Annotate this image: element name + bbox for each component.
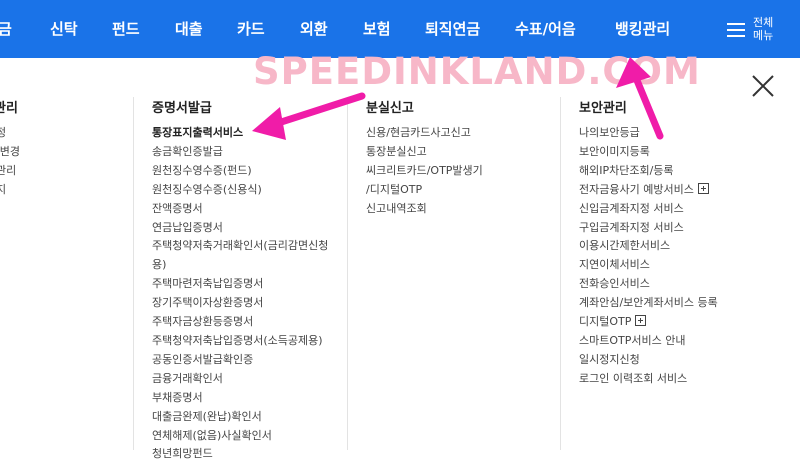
menu-item[interactable]: 씨크리트카드/OTP발생기 bbox=[366, 162, 483, 181]
menu-item[interactable]: 신입금계좌지정 서비스 bbox=[579, 200, 718, 219]
menu-item-fraud-prevent[interactable]: 전자금융사기 예방서비스 bbox=[579, 181, 718, 200]
nav-item-fund[interactable]: 펀드 bbox=[112, 0, 140, 58]
menu-item[interactable]: 공동인증서발급확인증 bbox=[152, 351, 328, 370]
menu-item-passbook-print[interactable]: 통장표지출력서비스 bbox=[152, 124, 328, 143]
col-list-certificate: 통장표지출력서비스 송금확인증발급 원천징수영수증(펀드) 원천징수영수증(신용… bbox=[152, 124, 328, 464]
col-title-certificate: 증명서발급 bbox=[152, 101, 212, 116]
column-divider bbox=[347, 97, 348, 450]
column-divider bbox=[133, 97, 134, 450]
menu-item[interactable]: 금융거래확인서 bbox=[152, 370, 328, 389]
menu-item[interactable]: 지 bbox=[0, 181, 20, 200]
menu-item[interactable]: 원천징수영수증(신용식) bbox=[152, 181, 328, 200]
close-icon[interactable] bbox=[749, 72, 777, 100]
menu-item-digital-otp[interactable]: 디지털OTP bbox=[579, 313, 718, 332]
menu-item[interactable]: 통장분실신고 bbox=[366, 143, 483, 162]
menu-item[interactable]: /변경 bbox=[0, 143, 20, 162]
plus-box-icon[interactable] bbox=[635, 315, 647, 327]
menu-item[interactable]: 신용/현금카드사고신고 bbox=[366, 124, 483, 143]
menu-item[interactable]: 전화승인서비스 bbox=[579, 275, 718, 294]
col-list-security: 나의보안등급 보안이미지등록 해외IP차단조회/등록 전자금융사기 예방서비스 … bbox=[579, 124, 718, 389]
menu-item[interactable]: 로그인 이력조회 서비스 bbox=[579, 370, 718, 389]
menu-item[interactable]: 구입금계좌지정 서비스 bbox=[579, 219, 718, 238]
column-divider bbox=[560, 97, 561, 450]
menu-item[interactable]: 장기주택이자상환증명서 bbox=[152, 294, 328, 313]
menu-item[interactable]: 나의보안등급 bbox=[579, 124, 718, 143]
menu-item[interactable]: 주택청약저축거래확인서(금리감면신청 bbox=[152, 237, 328, 256]
menu-item[interactable]: 청년희망펀드 bbox=[152, 445, 328, 464]
menu-item[interactable]: 용) bbox=[152, 256, 328, 275]
menu-item[interactable]: 연체해제(없음)사실확인서 bbox=[152, 427, 328, 446]
menu-item-label: 전자금융사기 예방서비스 bbox=[579, 182, 694, 196]
watermark: SPEEDINKLAND.COM bbox=[253, 50, 701, 93]
all-menu-button[interactable]: 전체 메뉴 bbox=[723, 10, 800, 50]
menu-item[interactable]: 송금확인증발급 bbox=[152, 143, 328, 162]
menu-item[interactable]: 주택자금상환등증명서 bbox=[152, 313, 328, 332]
menu-item[interactable]: 스마트OTP서비스 안내 bbox=[579, 332, 718, 351]
menu-item[interactable]: 잔액증명서 bbox=[152, 200, 328, 219]
menu-item[interactable]: 계좌안심/보안계좌서비스 등록 bbox=[579, 294, 718, 313]
menu-item[interactable]: 부채증명서 bbox=[152, 389, 328, 408]
menu-item[interactable]: 관리 bbox=[0, 162, 20, 181]
nav-item-loan[interactable]: 대출 bbox=[175, 0, 203, 58]
menu-item[interactable]: 이용시간제한서비스 bbox=[579, 237, 718, 256]
nav-item-0[interactable]: 금 bbox=[0, 0, 12, 58]
plus-box-icon[interactable] bbox=[697, 182, 709, 194]
col-list-lost-report: 신용/현금카드사고신고 통장분실신고 씨크리트카드/OTP발생기 /디지털OTP… bbox=[366, 124, 483, 219]
menu-item[interactable]: 주택청약저축납입증명서(소득공제용) bbox=[152, 332, 328, 351]
col-title-manage: 관리 bbox=[0, 101, 18, 116]
menu-item[interactable]: 원천징수영수증(펀드) bbox=[152, 162, 328, 181]
menu-item[interactable]: 보안이미지등록 bbox=[579, 143, 718, 162]
menu-item[interactable]: /디지털OTP bbox=[366, 181, 483, 200]
menu-item-label: 디지털OTP bbox=[579, 315, 632, 329]
nav-item-trust[interactable]: 신탁 bbox=[50, 0, 78, 58]
menu-item[interactable]: 신고내역조회 bbox=[366, 200, 483, 219]
menu-item[interactable]: 지연이체서비스 bbox=[579, 256, 718, 275]
hamburger-icon bbox=[727, 23, 745, 37]
menu-item[interactable]: 연금납입증명서 bbox=[152, 219, 328, 238]
menu-item[interactable]: 주택마련저축납입증명서 bbox=[152, 275, 328, 294]
menu-item[interactable]: 일시정지신청 bbox=[579, 351, 718, 370]
col-list-manage: 정 /변경 관리 지 bbox=[0, 124, 20, 200]
menu-item[interactable]: 해외IP차단조회/등록 bbox=[579, 162, 718, 181]
menu-item[interactable]: 대출금완제(완납)확인서 bbox=[152, 408, 328, 427]
all-menu-label: 전체 메뉴 bbox=[753, 16, 774, 42]
col-title-security: 보안관리 bbox=[579, 101, 627, 116]
menu-item[interactable]: 정 bbox=[0, 124, 20, 143]
col-title-lost-report: 분실신고 bbox=[366, 101, 414, 116]
